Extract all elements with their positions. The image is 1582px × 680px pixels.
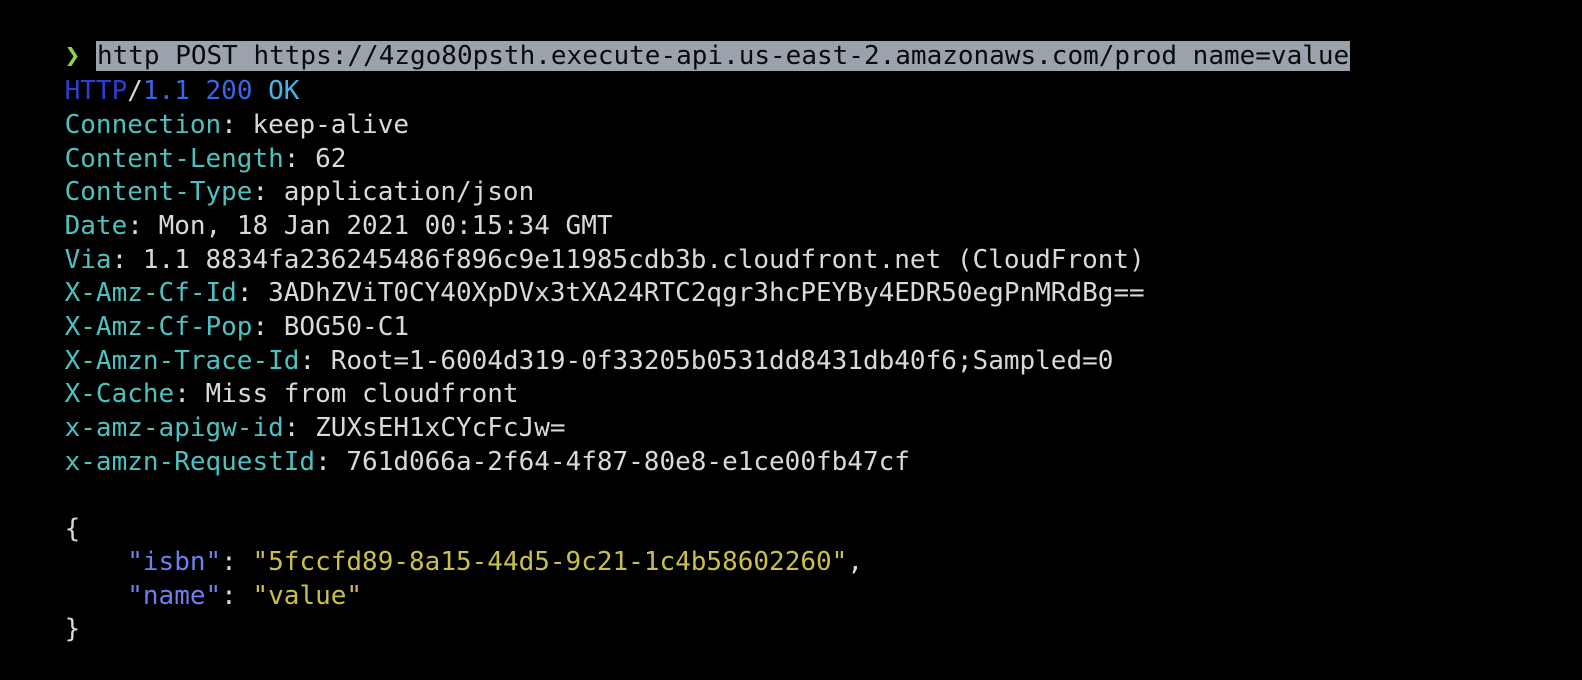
json-field: "name": "value" xyxy=(127,581,363,611)
http-status-line: HTTP/1.1 200 OK xyxy=(2,40,300,106)
header-row: Connection: keep-alive xyxy=(64,110,410,140)
header-value: 761d066a-2f64-4f87-80e8-e1ce00fb47cf xyxy=(346,447,910,477)
header-key: x-amzn-RequestId xyxy=(64,447,316,477)
header-row: Via: 1.1 8834fa236245486f896c9e11985cdb3… xyxy=(64,245,1145,275)
json-trailing: , xyxy=(847,547,863,577)
header-row: Date: Mon, 18 Jan 2021 00:15:34 GMT xyxy=(64,211,613,241)
header-row: X-Amzn-Trace-Id: Root=1-6004d319-0f33205… xyxy=(64,346,1114,376)
terminal-window[interactable]: ❯ http POST https://4zgo80psth.execute-a… xyxy=(0,0,1582,648)
json-close-brace: } xyxy=(64,614,81,644)
header-row: x-amz-apigw-id: ZUXsEH1xCYcFcJw= xyxy=(64,413,566,443)
header-row: Content-Type: application/json xyxy=(64,177,535,207)
header-row: Content-Length: 62 xyxy=(64,144,347,174)
header-row: X-Amz-Cf-Id: 3ADhZViT0CY40XpDVx3tXA24RTC… xyxy=(64,278,1145,308)
header-row: X-Cache: Miss from cloudfront xyxy=(64,379,519,409)
header-row: x-amzn-RequestId: 761d066a-2f64-4f87-80e… xyxy=(64,447,910,477)
json-key: "name" xyxy=(127,581,222,611)
header-row: X-Amz-Cf-Pop: BOG50-C1 xyxy=(64,312,410,342)
json-field: "isbn": "5fccfd89-8a15-44d5-9c21-1c4b586… xyxy=(127,547,863,577)
json-value: "value" xyxy=(252,581,363,611)
json-open-brace: { xyxy=(64,514,81,544)
command-line[interactable]: ❯ http POST https://4zgo80psth.execute-a… xyxy=(2,5,1351,71)
